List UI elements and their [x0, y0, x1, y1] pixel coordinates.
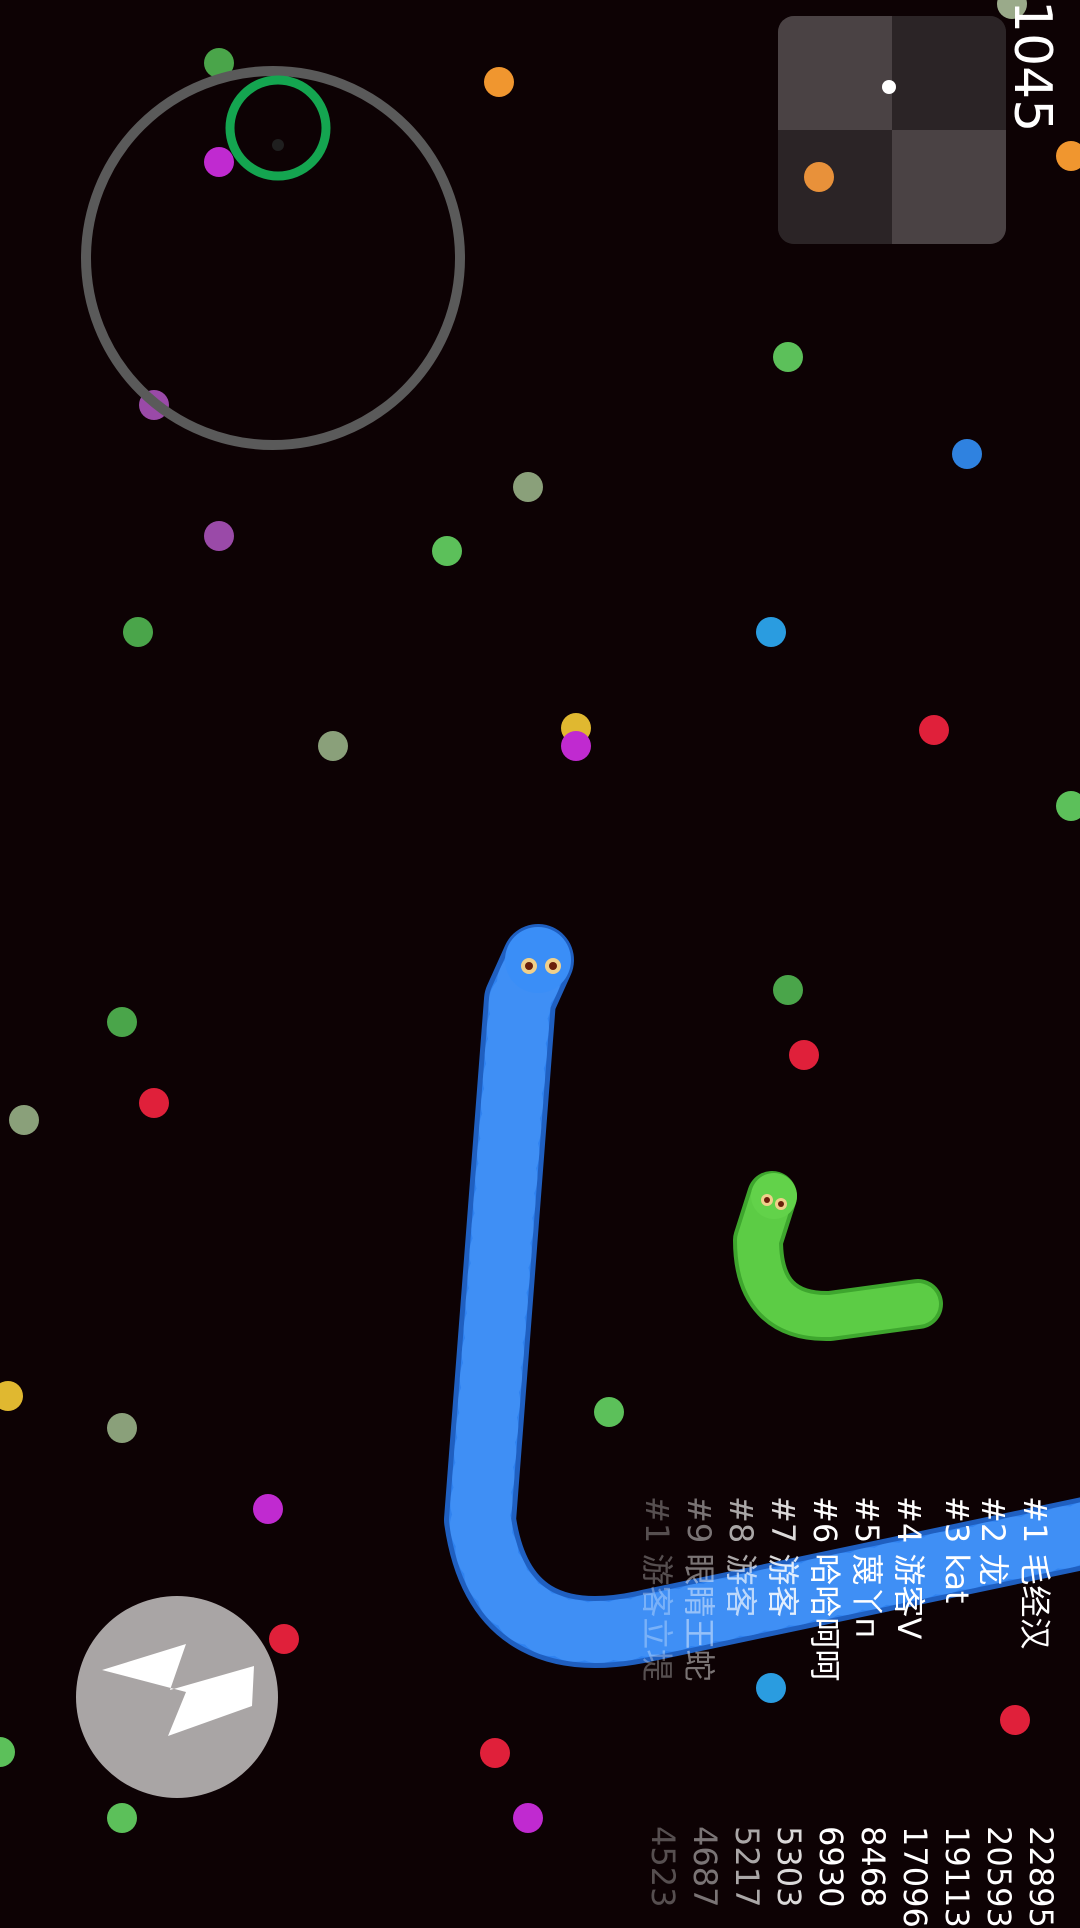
food-pellet — [432, 536, 462, 566]
enemy-snake-head — [751, 1173, 797, 1219]
food-pellet — [594, 1397, 624, 1427]
food-pellet — [139, 1088, 169, 1118]
food-pellet — [773, 342, 803, 372]
minimap-quadrant — [892, 16, 1006, 130]
joystick[interactable] — [81, 66, 465, 450]
lightning-bolt-icon — [102, 1644, 254, 1736]
food-pellet — [789, 1040, 819, 1070]
food-pellet — [561, 731, 591, 761]
food-pellet — [107, 1007, 137, 1037]
joystick-knob[interactable] — [225, 75, 331, 181]
food-pellet — [1056, 141, 1080, 171]
minimap-enemy-dot — [804, 162, 834, 192]
minimap-quadrant — [778, 16, 892, 130]
food-pellet — [253, 1494, 283, 1524]
food-pellet — [1056, 791, 1080, 821]
food-pellet — [513, 1803, 543, 1833]
food-pellet — [204, 521, 234, 551]
food-pellet — [480, 1738, 510, 1768]
minimap — [778, 16, 1006, 244]
food-pellet — [318, 731, 348, 761]
food-pellet — [9, 1105, 39, 1135]
food-pellet — [0, 1381, 23, 1411]
food-pellet — [484, 67, 514, 97]
food-pellet — [123, 617, 153, 647]
boost-button[interactable] — [76, 1596, 278, 1798]
food-pellet — [919, 715, 949, 745]
enemy-snake — [733, 1171, 943, 1341]
food-pellet — [756, 1673, 786, 1703]
food-pellet — [204, 147, 234, 177]
food-pellet — [1000, 1705, 1030, 1735]
minimap-quadrant — [892, 130, 1006, 244]
food-pellet — [756, 617, 786, 647]
joystick-knob-center — [272, 139, 284, 151]
food-pellet — [0, 1737, 15, 1767]
joystick-ring — [81, 66, 465, 450]
player-snake-head — [505, 927, 571, 993]
food-pellet — [952, 439, 982, 469]
minimap-player-dot — [882, 80, 896, 94]
food-pellet — [773, 975, 803, 1005]
food-pellet — [107, 1803, 137, 1833]
minimap-quadrant — [778, 130, 892, 244]
food-pellet — [107, 1413, 137, 1443]
score-counter: 1045 — [1002, 0, 1062, 133]
food-pellet — [513, 472, 543, 502]
